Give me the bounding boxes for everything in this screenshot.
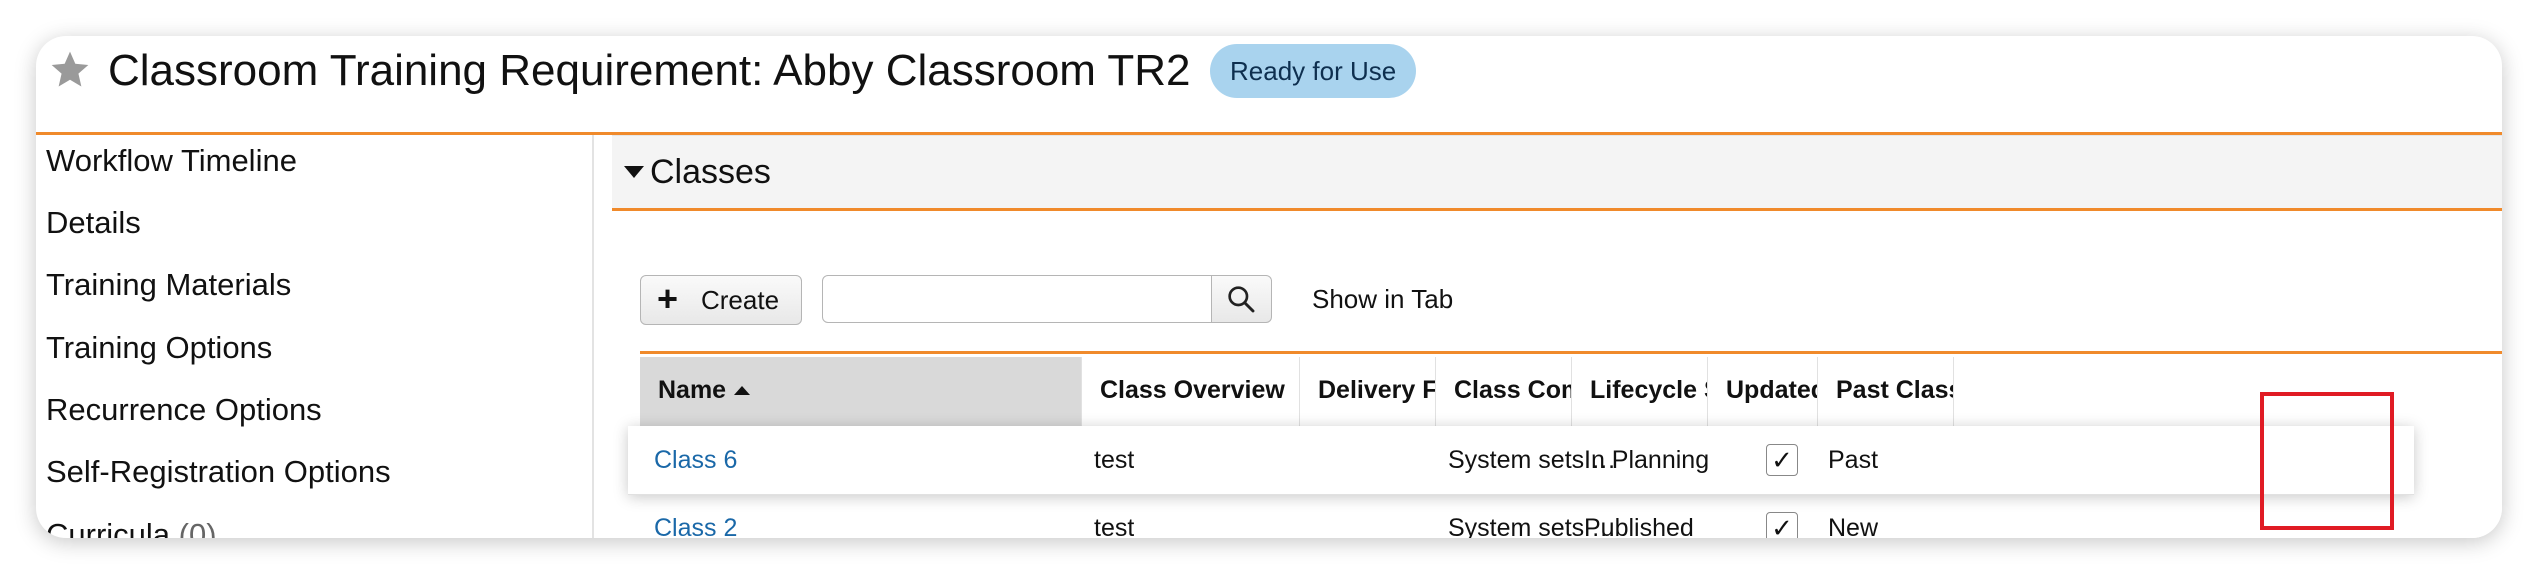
search-icon	[1228, 286, 1255, 313]
lifecycle-state-cell: Published	[1584, 514, 1694, 538]
page-title: Classroom Training Requirement: Abby Cla…	[108, 46, 1191, 95]
class-overview-cell: test	[1094, 446, 1135, 474]
caret-down-icon[interactable]	[624, 166, 644, 178]
table-row[interactable]: Class 6 test System sets … In Planning ✓…	[628, 426, 2414, 495]
section-title: Classes	[650, 153, 771, 191]
column-header-name[interactable]: Name	[640, 357, 1082, 426]
record-header: Classroom Training Requirement: Abby Cla…	[36, 36, 2502, 135]
updated-ui-checkbox: ✓	[1766, 512, 1798, 538]
section-header[interactable]: Classes	[612, 135, 2502, 211]
search-button[interactable]	[1212, 275, 1272, 323]
past-class-highlight-box	[2260, 392, 2394, 530]
table-header: Name Class Overview Delivery For… Class …	[640, 351, 2502, 426]
past-class-cell: Past	[1828, 446, 1879, 474]
section-nav: Workflow Timeline Details Training Mater…	[36, 135, 594, 538]
plus-icon: +	[657, 278, 679, 319]
updated-ui-checkbox: ✓	[1766, 444, 1798, 476]
sidebar-item-workflow-timeline[interactable]: Workflow Timeline	[46, 141, 297, 181]
sidebar-item-curricula[interactable]: Curricula (0)	[46, 515, 217, 538]
sort-ascending-icon	[734, 386, 751, 395]
column-header-past-class[interactable]: Past Class	[1818, 357, 1954, 426]
sidebar-item-training-options[interactable]: Training Options	[46, 328, 272, 368]
sidebar-item-training-materials[interactable]: Training Materials	[46, 265, 291, 305]
create-button[interactable]: + Create	[640, 275, 802, 325]
sidebar-item-details[interactable]: Details	[46, 203, 141, 243]
sidebar-item-count: (0)	[178, 517, 217, 538]
column-header-updated-ui[interactable]: Updated UI	[1708, 357, 1818, 426]
status-badge: Ready for Use	[1210, 44, 1417, 98]
class-name-link[interactable]: Class 6	[654, 426, 737, 494]
lifecycle-state-cell: In Planning	[1584, 446, 1710, 474]
column-header-class-completion[interactable]: Class Compl…	[1436, 357, 1572, 426]
sidebar-item-self-registration-options[interactable]: Self-Registration Options	[46, 452, 391, 492]
show-in-tab-link[interactable]: Show in Tab	[1312, 283, 1453, 315]
column-header-delivery-format[interactable]: Delivery For…	[1300, 357, 1436, 426]
record-panel: Classroom Training Requirement: Abby Cla…	[36, 36, 2502, 538]
classes-section: Classes + Create Show in Tab Name Class …	[612, 135, 2502, 538]
column-header-class-overview[interactable]: Class Overview	[1082, 357, 1300, 426]
table-row[interactable]: Class 2 test System sets … Published ✓ N…	[640, 494, 2502, 538]
class-name-link[interactable]: Class 2	[654, 494, 737, 538]
create-label: Create	[701, 285, 780, 315]
sidebar-item-label: Curricula	[46, 517, 171, 538]
search-input[interactable]	[822, 275, 1212, 323]
class-overview-cell: test	[1094, 514, 1135, 538]
column-header-lifecycle-state[interactable]: Lifecycle State	[1572, 357, 1708, 426]
star-icon[interactable]	[48, 48, 92, 92]
sidebar-item-recurrence-options[interactable]: Recurrence Options	[46, 390, 322, 430]
past-class-cell: New	[1828, 514, 1879, 538]
